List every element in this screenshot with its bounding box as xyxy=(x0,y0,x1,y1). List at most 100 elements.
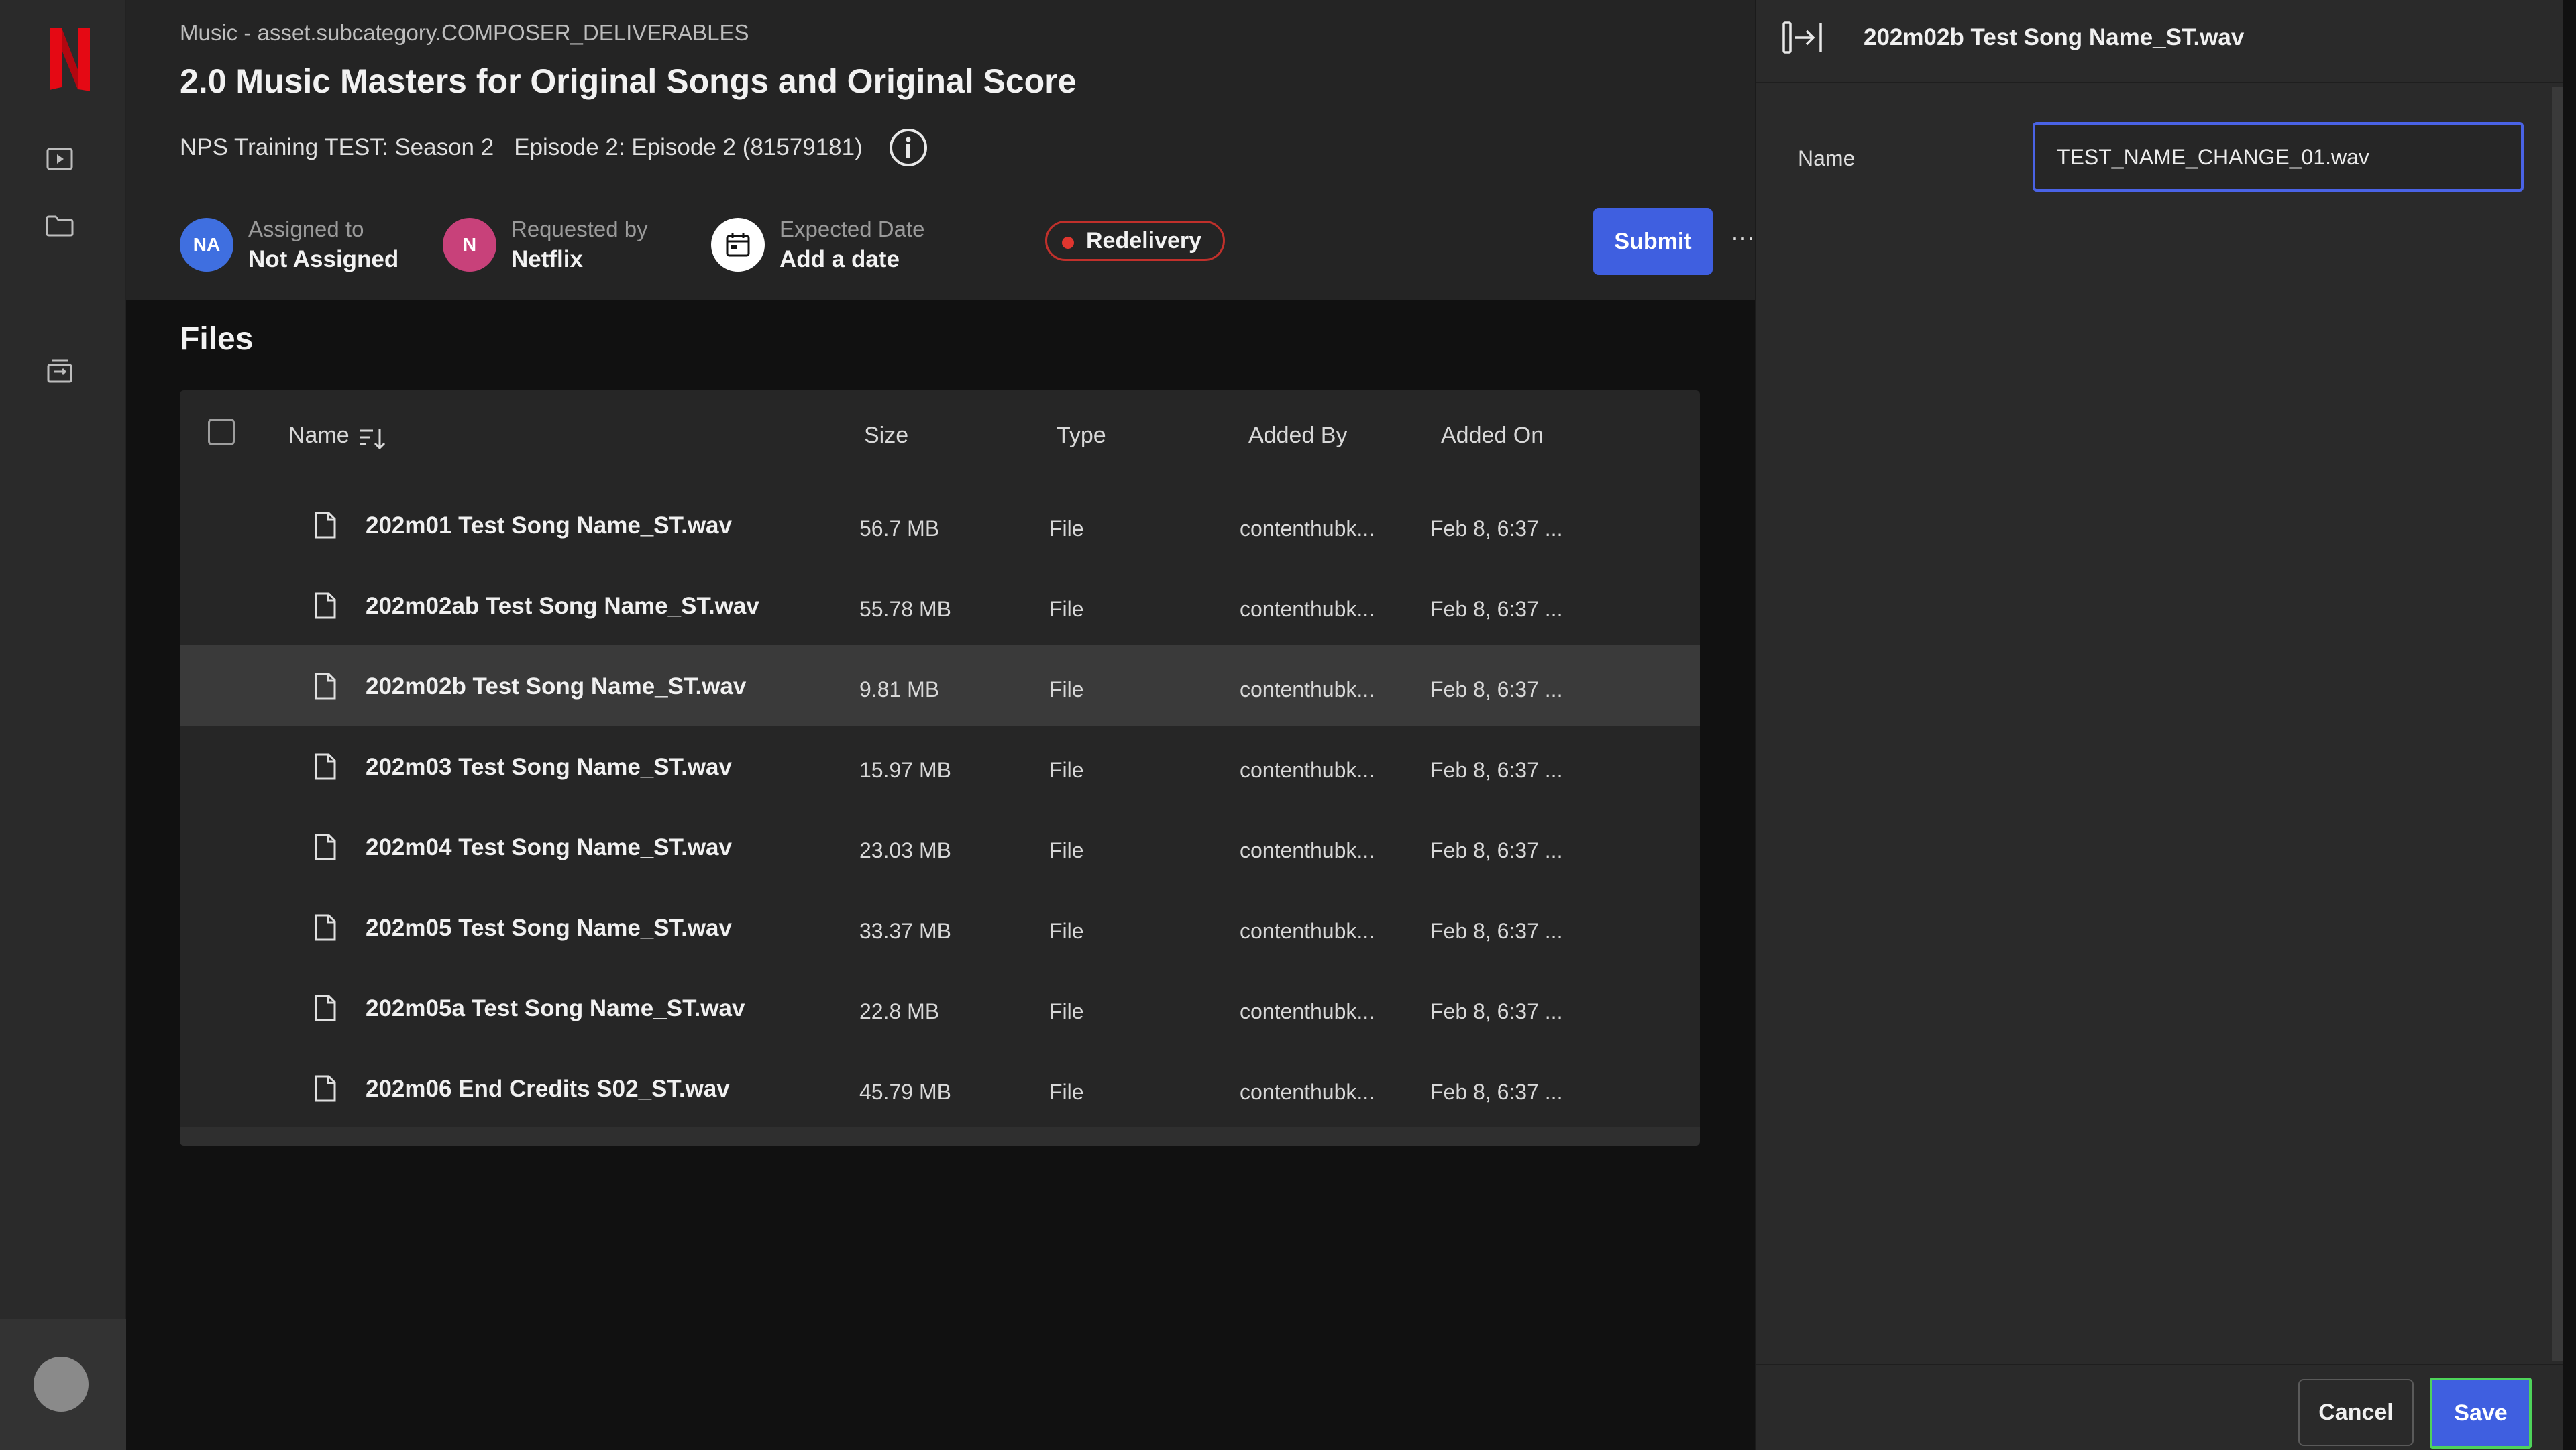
subcategory-label: Music - asset.subcategory.COMPOSER_DELIV… xyxy=(180,20,749,45)
submit-button[interactable]: Submit xyxy=(1593,208,1713,275)
context-line: NPS Training TEST: Season 2 Episode 2: E… xyxy=(180,127,928,168)
file-added-on: Feb 8, 6:37 ... xyxy=(1430,758,1563,782)
info-icon[interactable] xyxy=(888,127,928,168)
netflix-logo-icon[interactable] xyxy=(46,25,94,94)
user-avatar[interactable] xyxy=(34,1357,89,1412)
file-added-on: Feb 8, 6:37 ... xyxy=(1430,1080,1563,1104)
file-type: File xyxy=(1049,919,1084,943)
file-name[interactable]: 202m02b Test Song Name_ST.wav xyxy=(366,673,746,700)
table-header: Name Size Type Added By Added On xyxy=(180,390,1700,484)
file-size: 23.03 MB xyxy=(859,838,951,862)
task-header: Music - asset.subcategory.COMPOSER_DELIV… xyxy=(126,0,1755,300)
file-icon xyxy=(315,1075,336,1102)
name-field-label: Name xyxy=(1798,146,1856,170)
file-added-on: Feb 8, 6:37 ... xyxy=(1430,677,1563,702)
panel-header: 202m02b Test Song Name_ST.wav xyxy=(1756,0,2563,83)
sort-icon[interactable] xyxy=(358,425,388,452)
file-icon xyxy=(315,753,336,780)
assigned-value: Not Assigned xyxy=(248,246,399,272)
requested-label: Requested by xyxy=(511,217,648,241)
episode-label: Episode 2: Episode 2 (81579181) xyxy=(514,134,863,160)
table-row[interactable]: 202m05 Test Song Name_ST.wav 33.37 MB File… xyxy=(180,887,1700,967)
file-type: File xyxy=(1049,677,1084,702)
file-name[interactable]: 202m02ab Test Song Name_ST.wav xyxy=(366,593,759,620)
table-row[interactable]: 202m02b Test Song Name_ST.wav 9.81 MB File… xyxy=(180,645,1700,726)
file-added-by: contenthubk... xyxy=(1240,677,1375,702)
expected-label: Expected Date xyxy=(780,217,925,241)
files-heading: Files xyxy=(180,321,254,357)
column-name[interactable]: Name xyxy=(288,423,350,449)
column-added-by[interactable]: Added By xyxy=(1248,423,1347,449)
file-icon xyxy=(315,512,336,539)
cancel-button[interactable]: Cancel xyxy=(2298,1379,2414,1446)
file-icon xyxy=(315,673,336,700)
redelivery-status-badge: Redelivery xyxy=(1045,221,1225,261)
table-row[interactable]: 202m04 Test Song Name_ST.wav 23.03 MB File… xyxy=(180,806,1700,887)
requested-by: N Requested by Netflix xyxy=(443,208,648,282)
table-row[interactable]: 202m02ab Test Song Name_ST.wav 55.78 MB Fi… xyxy=(180,565,1700,645)
page-title: 2.0 Music Masters for Original Songs and… xyxy=(180,62,1077,100)
name-input[interactable] xyxy=(2033,122,2524,192)
table-row[interactable]: 202m06 End Credits S02_ST.wav 45.79 MB Fil… xyxy=(180,1048,1700,1127)
panel-scrollbar[interactable] xyxy=(2552,87,2563,1361)
table-row[interactable]: 202m01 Test Song Name_ST.wav 56.7 MB File c… xyxy=(180,484,1700,565)
file-added-by: contenthubk... xyxy=(1240,1080,1375,1104)
column-added-on[interactable]: Added On xyxy=(1441,423,1544,449)
file-type: File xyxy=(1049,999,1084,1023)
file-size: 9.81 MB xyxy=(859,677,940,702)
file-size: 55.78 MB xyxy=(859,597,951,621)
file-name[interactable]: 202m05 Test Song Name_ST.wav xyxy=(366,915,732,942)
file-size: 56.7 MB xyxy=(859,516,940,541)
file-added-on: Feb 8, 6:37 ... xyxy=(1430,597,1563,621)
file-added-by: contenthubk... xyxy=(1240,838,1375,862)
file-size: 15.97 MB xyxy=(859,758,951,782)
file-type: File xyxy=(1049,597,1084,621)
file-type: File xyxy=(1049,758,1084,782)
file-name[interactable]: 202m04 Test Song Name_ST.wav xyxy=(366,834,732,861)
file-icon xyxy=(315,995,336,1021)
file-added-on: Feb 8, 6:37 ... xyxy=(1430,919,1563,943)
file-type: File xyxy=(1049,516,1084,541)
file-added-by: contenthubk... xyxy=(1240,516,1375,541)
assigned-label: Assigned to xyxy=(248,217,364,241)
file-added-on: Feb 8, 6:37 ... xyxy=(1430,838,1563,862)
folder-icon[interactable] xyxy=(44,211,75,241)
save-button[interactable]: Save xyxy=(2430,1378,2532,1449)
table-row[interactable]: 202m05a Test Song Name_ST.wav 22.8 MB File… xyxy=(180,967,1700,1048)
file-added-on: Feb 8, 6:37 ... xyxy=(1430,999,1563,1023)
panel-title: 202m02b Test Song Name_ST.wav xyxy=(1864,24,2245,50)
rail-footer xyxy=(0,1319,126,1450)
archive-icon[interactable] xyxy=(44,355,75,386)
file-icon xyxy=(315,914,336,941)
left-rail xyxy=(0,0,126,1450)
file-size: 33.37 MB xyxy=(859,919,951,943)
files-table: Name Size Type Added By Added On 202m01 … xyxy=(180,390,1700,1146)
file-type: File xyxy=(1049,838,1084,862)
file-detail-panel: 202m02b Test Song Name_ST.wav Name Cance… xyxy=(1755,0,2563,1450)
column-size[interactable]: Size xyxy=(864,423,908,449)
panel-footer: Cancel Save xyxy=(1756,1364,2563,1450)
calendar-icon xyxy=(711,218,765,272)
file-added-by: contenthubk... xyxy=(1240,999,1375,1023)
file-size: 22.8 MB xyxy=(859,999,940,1023)
assigned-to[interactable]: NA Assigned to Not Assigned xyxy=(180,208,398,282)
meta-row: NA Assigned to Not Assigned N Requested … xyxy=(180,208,1755,282)
file-name[interactable]: 202m05a Test Song Name_ST.wav xyxy=(366,995,745,1022)
select-all-checkbox[interactable] xyxy=(208,419,235,445)
file-name[interactable]: 202m06 End Credits S02_ST.wav xyxy=(366,1076,730,1103)
file-added-by: contenthubk... xyxy=(1240,597,1375,621)
file-type: File xyxy=(1049,1080,1084,1104)
assignee-avatar: NA xyxy=(180,218,233,272)
file-name[interactable]: 202m03 Test Song Name_ST.wav xyxy=(366,754,732,781)
file-icon xyxy=(315,834,336,860)
requested-value: Netflix xyxy=(511,246,583,272)
file-icon xyxy=(315,592,336,619)
column-type[interactable]: Type xyxy=(1057,423,1106,449)
file-name[interactable]: 202m01 Test Song Name_ST.wav xyxy=(366,512,732,539)
show-label: NPS Training TEST: Season 2 xyxy=(180,134,494,160)
expected-value: Add a date xyxy=(780,246,900,272)
collapse-panel-icon[interactable] xyxy=(1782,19,1826,56)
table-row[interactable]: 202m03 Test Song Name_ST.wav 15.97 MB File… xyxy=(180,726,1700,806)
play-icon[interactable] xyxy=(44,144,75,174)
expected-date[interactable]: Expected Date Add a date xyxy=(711,208,924,282)
